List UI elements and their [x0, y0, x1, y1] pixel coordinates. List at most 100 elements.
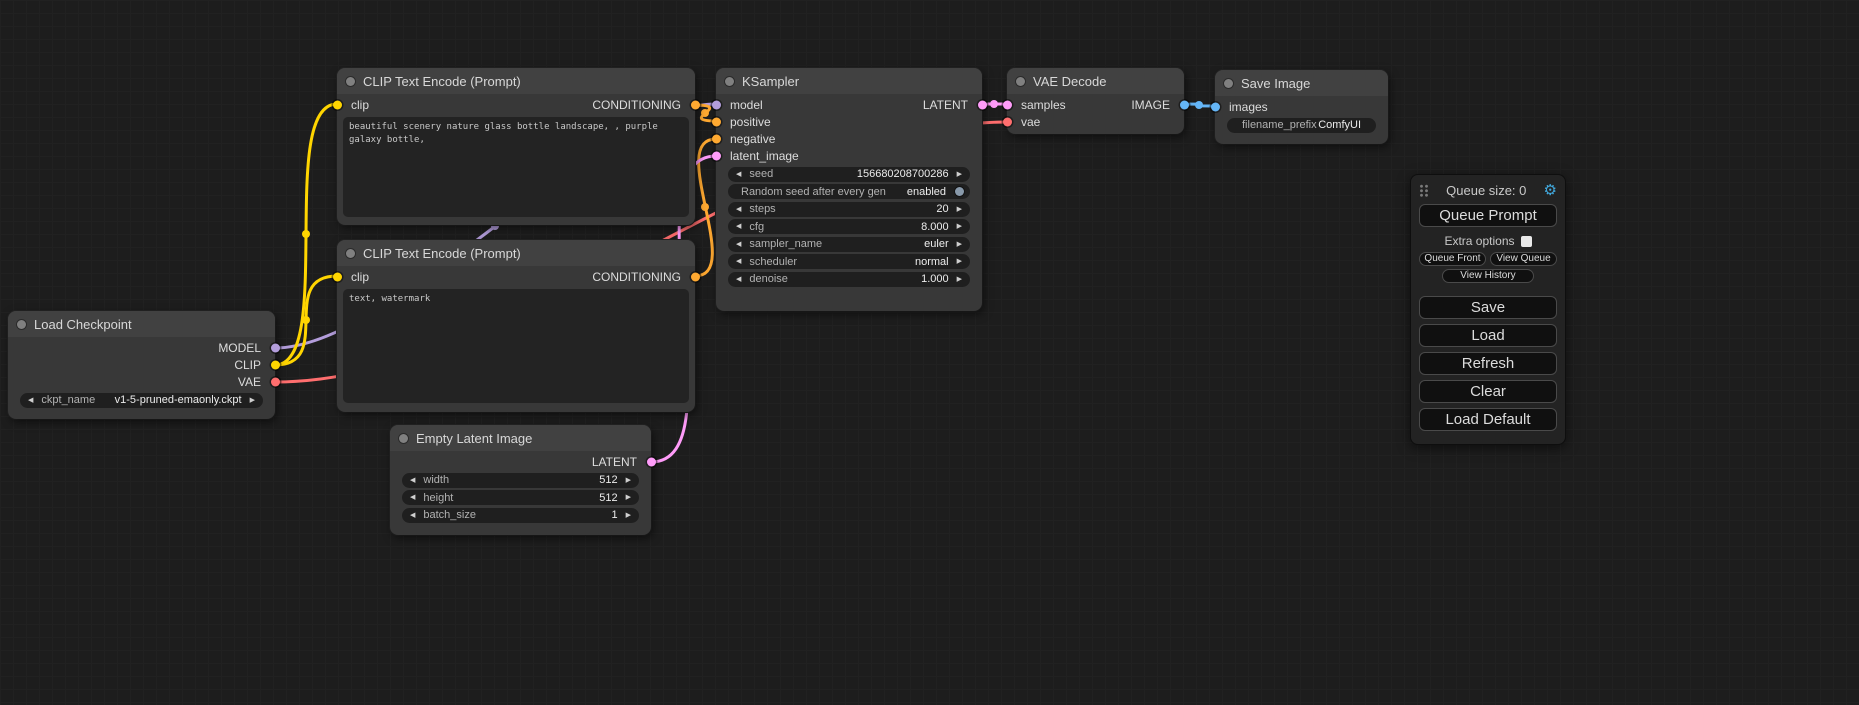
decrement-arrow-icon[interactable]: ◀: [25, 397, 36, 404]
slot-label: LATENT: [592, 455, 637, 469]
save-button[interactable]: Save: [1419, 296, 1557, 319]
node-titlebar[interactable]: Save Image: [1215, 70, 1388, 96]
conditioning-output-port[interactable]: [691, 272, 700, 281]
increment-arrow-icon[interactable]: ▶: [247, 397, 258, 404]
increment-arrow-icon[interactable]: ▶: [954, 171, 965, 178]
latent-output-port[interactable]: [647, 457, 656, 466]
positive-input-port[interactable]: [712, 117, 721, 126]
node-titlebar[interactable]: Empty Latent Image: [390, 425, 651, 451]
widget-value: 512: [599, 492, 617, 504]
slot-label: latent_image: [730, 149, 799, 163]
refresh-button[interactable]: Refresh: [1419, 352, 1557, 375]
ckpt-name-widget[interactable]: ◀ ckpt_name v1-5-pruned-emaonly.ckpt ▶: [20, 393, 263, 408]
load-default-button[interactable]: Load Default: [1419, 408, 1557, 431]
clip-output-port[interactable]: [271, 360, 280, 369]
view-history-button[interactable]: View History: [1442, 269, 1534, 283]
node-clip-text-encode-positive[interactable]: CLIP Text Encode (Prompt) clip CONDITION…: [337, 68, 695, 225]
vae-input-port[interactable]: [1003, 117, 1012, 126]
queue-panel: Queue size: 0 ⚙ Queue Prompt Extra optio…: [1410, 174, 1566, 445]
node-save-image[interactable]: Save Image images filename_prefix ComfyU…: [1215, 70, 1388, 144]
seed-widget[interactable]: ◀ seed 156680208700286 ▶: [728, 167, 970, 182]
conditioning-output-port[interactable]: [691, 100, 700, 109]
node-titlebar[interactable]: Load Checkpoint: [8, 311, 275, 337]
node-clip-text-encode-negative[interactable]: CLIP Text Encode (Prompt) clip CONDITION…: [337, 240, 695, 412]
steps-widget[interactable]: ◀ steps 20 ▶: [728, 202, 970, 217]
decrement-arrow-icon[interactable]: ◀: [407, 512, 418, 519]
increment-arrow-icon[interactable]: ▶: [623, 494, 634, 501]
negative-input-port[interactable]: [712, 134, 721, 143]
widget-label: cfg: [749, 221, 764, 233]
node-load-checkpoint[interactable]: Load Checkpoint MODEL CLIP VAE ◀ ckpt_na…: [8, 311, 275, 419]
decrement-arrow-icon[interactable]: ◀: [733, 206, 744, 213]
extra-options-checkbox[interactable]: [1521, 236, 1532, 247]
increment-arrow-icon[interactable]: ▶: [954, 241, 965, 248]
images-input-port[interactable]: [1211, 102, 1220, 111]
model-output-port[interactable]: [271, 343, 280, 352]
decrement-arrow-icon[interactable]: ◀: [733, 223, 744, 230]
decrement-arrow-icon[interactable]: ◀: [407, 494, 418, 501]
decrement-arrow-icon[interactable]: ◀: [733, 241, 744, 248]
node-empty-latent-image[interactable]: Empty Latent Image LATENT ◀ width 512 ▶ …: [390, 425, 651, 535]
node-title: VAE Decode: [1033, 74, 1106, 89]
clip-input-port[interactable]: [333, 272, 342, 281]
decrement-arrow-icon[interactable]: ◀: [407, 477, 418, 484]
cfg-widget[interactable]: ◀ cfg 8.000 ▶: [728, 219, 970, 234]
samples-input-port[interactable]: [1003, 100, 1012, 109]
scheduler-widget[interactable]: ◀ scheduler normal ▶: [728, 254, 970, 269]
vae-output-port[interactable]: [271, 377, 280, 386]
node-titlebar[interactable]: VAE Decode: [1007, 68, 1184, 94]
node-ksampler[interactable]: KSampler model LATENT positive negative …: [716, 68, 982, 311]
slot-label: CLIP: [234, 358, 261, 372]
denoise-widget[interactable]: ◀ denoise 1.000 ▶: [728, 272, 970, 287]
queue-prompt-button[interactable]: Queue Prompt: [1419, 204, 1557, 227]
positive-prompt-textarea[interactable]: beautiful scenery nature glass bottle la…: [343, 117, 689, 217]
settings-gear-icon[interactable]: ⚙: [1544, 183, 1557, 198]
widget-value: 20: [936, 203, 948, 215]
sampler-name-widget[interactable]: ◀ sampler_name euler ▶: [728, 237, 970, 252]
height-widget[interactable]: ◀ height 512 ▶: [402, 490, 639, 505]
widget-label: sampler_name: [749, 238, 822, 250]
negative-prompt-textarea[interactable]: text, watermark: [343, 289, 689, 403]
image-output-port[interactable]: [1180, 100, 1189, 109]
load-button[interactable]: Load: [1419, 324, 1557, 347]
slot-label: CONDITIONING: [592, 270, 681, 284]
model-input-port[interactable]: [712, 100, 721, 109]
view-queue-button[interactable]: View Queue: [1490, 252, 1557, 266]
toggle-dot[interactable]: [955, 187, 964, 196]
latent-output-port[interactable]: [978, 100, 987, 109]
filename-prefix-widget[interactable]: filename_prefix ComfyUI: [1227, 118, 1376, 133]
slot-label: MODEL: [218, 341, 261, 355]
increment-arrow-icon[interactable]: ▶: [954, 206, 965, 213]
decrement-arrow-icon[interactable]: ◀: [733, 276, 744, 283]
increment-arrow-icon[interactable]: ▶: [623, 512, 634, 519]
widget-label: height: [423, 492, 453, 504]
node-titlebar[interactable]: CLIP Text Encode (Prompt): [337, 68, 695, 94]
wire-midpoint-dot: [1195, 101, 1203, 109]
batch-size-widget[interactable]: ◀ batch_size 1 ▶: [402, 508, 639, 523]
drag-handle-icon[interactable]: [1419, 184, 1429, 197]
node-titlebar[interactable]: CLIP Text Encode (Prompt): [337, 240, 695, 266]
graph-canvas[interactable]: Load Checkpoint MODEL CLIP VAE ◀ ckpt_na…: [0, 0, 1859, 705]
increment-arrow-icon[interactable]: ▶: [954, 258, 965, 265]
increment-arrow-icon[interactable]: ▶: [954, 223, 965, 230]
decrement-arrow-icon[interactable]: ◀: [733, 171, 744, 178]
widget-value: euler: [924, 238, 948, 250]
increment-arrow-icon[interactable]: ▶: [623, 477, 634, 484]
node-status-dot-icon: [17, 320, 26, 329]
width-widget[interactable]: ◀ width 512 ▶: [402, 473, 639, 488]
node-vae-decode[interactable]: VAE Decode samples IMAGE vae: [1007, 68, 1184, 134]
decrement-arrow-icon[interactable]: ◀: [733, 258, 744, 265]
clear-button[interactable]: Clear: [1419, 380, 1557, 403]
clip-input-port[interactable]: [333, 100, 342, 109]
widget-value: 512: [599, 474, 617, 486]
increment-arrow-icon[interactable]: ▶: [954, 276, 965, 283]
widget-value: normal: [915, 256, 949, 268]
slot-label: samples: [1021, 98, 1066, 112]
widget-value: enabled: [907, 186, 946, 198]
slot-row: clip CONDITIONING: [337, 268, 695, 285]
control-after-generate-widget[interactable]: Random seed after every gen enabled: [728, 184, 970, 199]
latent-image-input-port[interactable]: [712, 151, 721, 160]
node-titlebar[interactable]: KSampler: [716, 68, 982, 94]
input-slot-images: images: [1215, 98, 1388, 115]
queue-front-button[interactable]: Queue Front: [1419, 252, 1486, 266]
